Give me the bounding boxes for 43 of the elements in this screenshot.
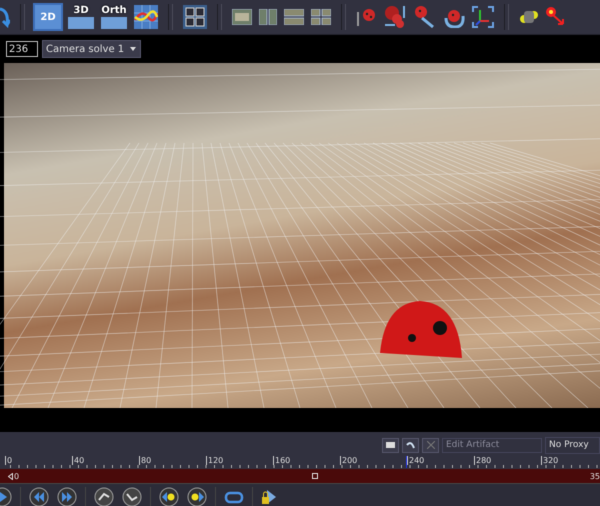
- ladybugs-arrows-icon[interactable]: [383, 5, 407, 29]
- two-views-icon[interactable]: [259, 9, 277, 25]
- end-frame-label: 35: [590, 472, 600, 480]
- fast-forward-icon[interactable]: [57, 487, 77, 506]
- keyframe-marker[interactable]: [312, 473, 318, 479]
- rewind-icon[interactable]: [29, 487, 49, 506]
- rotate-arrow-icon[interactable]: [0, 5, 10, 29]
- stacked-views-icon[interactable]: [284, 9, 304, 25]
- timeline-track[interactable]: 0 35: [0, 469, 600, 483]
- view-mode-button[interactable]: 3D: [68, 5, 94, 29]
- caret-icon: [130, 47, 136, 51]
- loop-icon[interactable]: [224, 490, 244, 504]
- ruler-tick-label: 160: [273, 456, 340, 465]
- next-key-icon[interactable]: [187, 487, 207, 506]
- edit-artifact-field[interactable]: Edit Artifact: [442, 438, 542, 452]
- proxy-dropdown[interactable]: No Proxy: [545, 436, 600, 454]
- view-mode-button[interactable]: Orth: [101, 5, 127, 29]
- start-marker-icon: [8, 472, 13, 480]
- curve-graph-icon[interactable]: [134, 5, 158, 29]
- grid-layout-icon[interactable]: [183, 5, 207, 29]
- ruler-tick-label: 0: [5, 456, 72, 465]
- ladybug-icon[interactable]: [356, 6, 376, 28]
- start-frame-label: 0: [14, 472, 20, 480]
- axes-frame-icon[interactable]: [472, 6, 494, 28]
- ladybug-arrow-icon[interactable]: [414, 5, 436, 29]
- step-forward-key-icon[interactable]: [122, 487, 142, 506]
- frame-number-field[interactable]: 236: [6, 41, 38, 57]
- previous-key-icon[interactable]: [159, 487, 179, 506]
- ruler-tick-label: 40: [72, 456, 139, 465]
- step-back-key-icon[interactable]: [94, 487, 114, 506]
- timeline-ruler[interactable]: 0 40 80 120 160 200 240 280 320: [5, 456, 600, 469]
- quad-views-icon[interactable]: [311, 9, 331, 25]
- monitor-button[interactable]: [382, 438, 399, 452]
- ruler-tick-label: 120: [206, 456, 273, 465]
- undo-button[interactable]: [402, 438, 419, 452]
- lock-arrow-icon[interactable]: [261, 488, 277, 506]
- ruler-tick-label: 320: [541, 456, 600, 465]
- ruler-tick-label: 80: [139, 456, 206, 465]
- target-arrow-icon[interactable]: [546, 7, 566, 27]
- monitor-icon: [386, 442, 395, 448]
- scissors-icon: [426, 441, 434, 449]
- camera-dropdown[interactable]: Camera solve 1: [42, 40, 142, 58]
- ruler-tick-label: 280: [474, 456, 541, 465]
